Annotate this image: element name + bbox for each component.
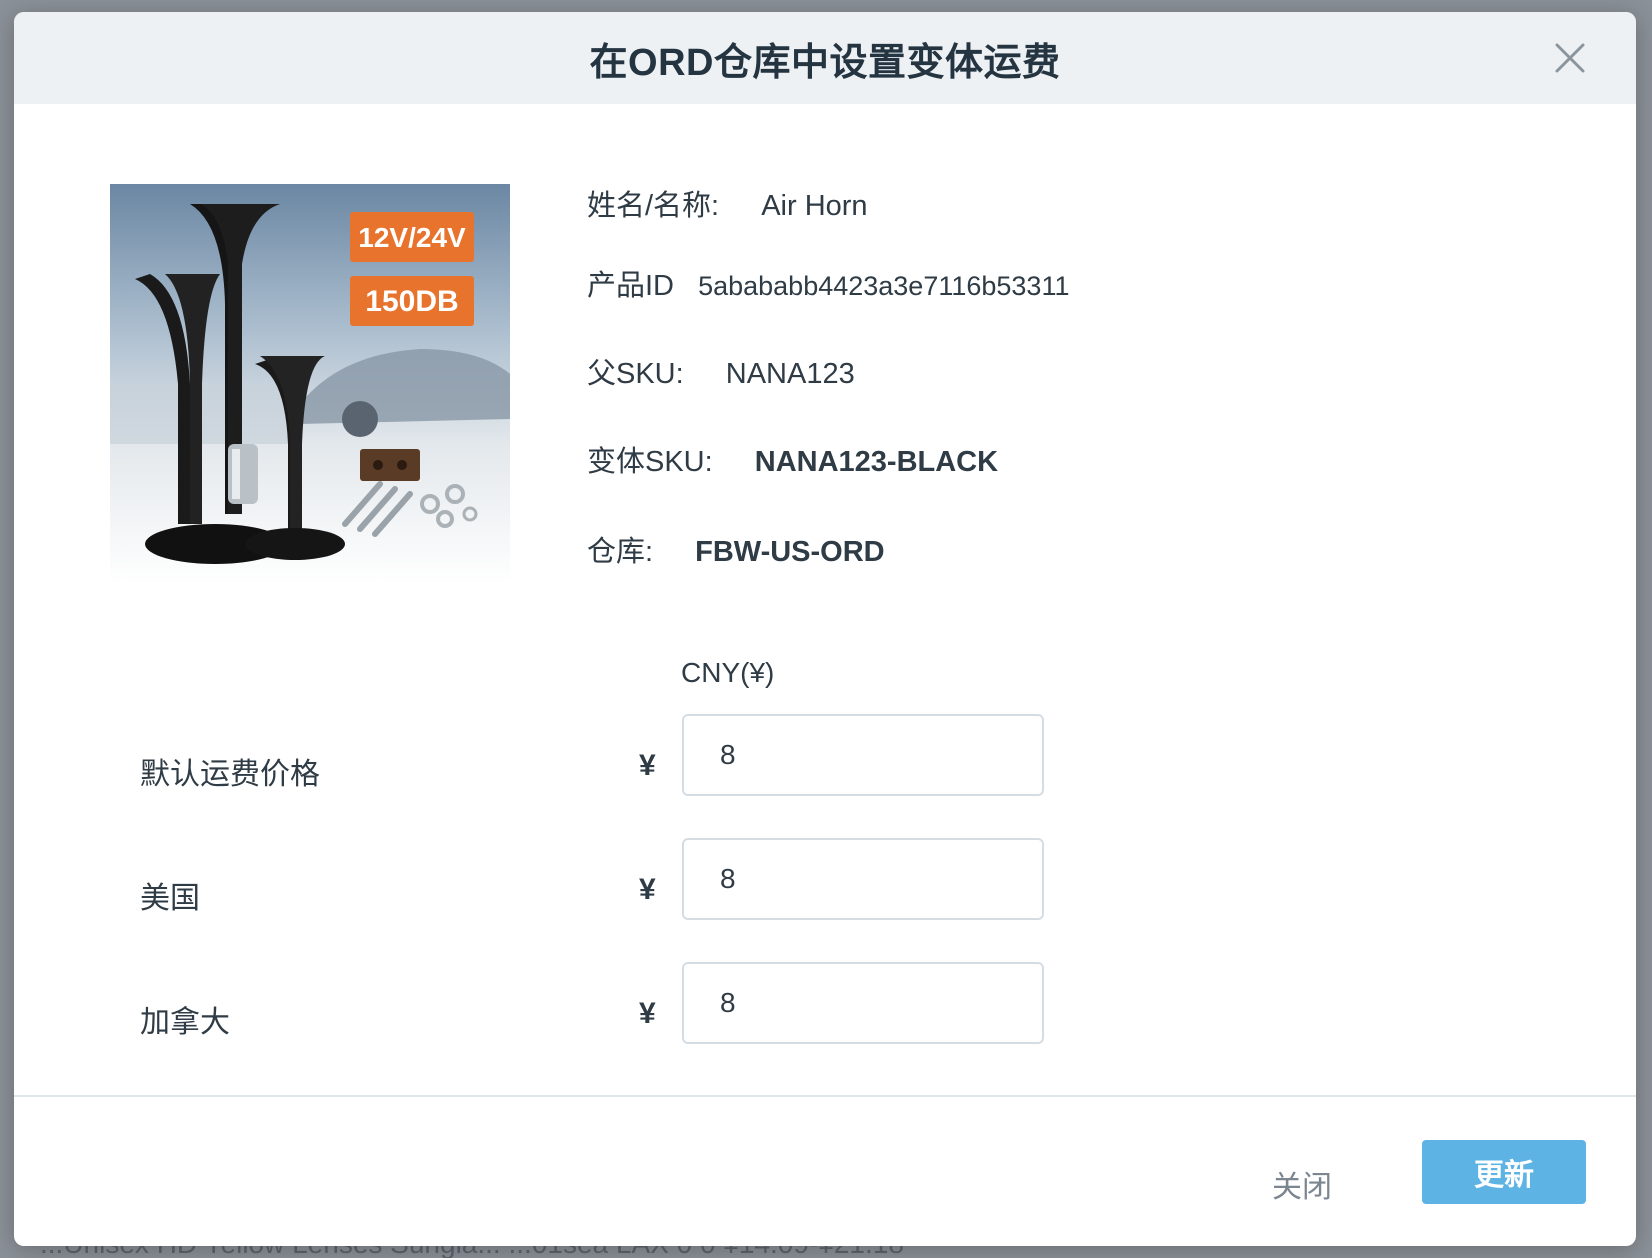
canada-shipping-input[interactable] (682, 962, 1044, 1044)
product-image: 12V/24V 150DB (110, 184, 510, 584)
footer-divider (14, 1095, 1636, 1097)
product-name-row: 姓名/名称: Air Horn (587, 182, 868, 224)
product-id-value: 5abababb4423a3e7116b53311 (698, 271, 1070, 301)
canada-shipping-label: 加拿大 (140, 1006, 230, 1039)
currency-symbol: ¥ (639, 749, 656, 782)
close-icon[interactable] (1552, 40, 1588, 76)
currency-symbol: ¥ (639, 997, 656, 1030)
default-shipping-label: 默认运费价格 (140, 758, 320, 791)
air-horn-illustration: 12V/24V 150DB (110, 204, 510, 564)
product-id-label: 产品ID (587, 270, 675, 302)
us-shipping-input[interactable] (682, 838, 1044, 920)
variant-sku-value: NANA123-BLACK (754, 446, 999, 478)
warehouse-row: 仓库: FBW-US-ORD (587, 528, 885, 570)
warehouse-label: 仓库: (587, 536, 654, 568)
product-name-label: 姓名/名称: (587, 190, 720, 222)
voltage-badge: 12V/24V (358, 222, 466, 253)
currency-header: CNY(¥) (681, 657, 775, 688)
update-button[interactable]: 更新 (1422, 1140, 1586, 1204)
currency-symbol: ¥ (639, 873, 656, 906)
parent-sku-label: 父SKU: (587, 358, 684, 390)
variant-sku-label: 变体SKU: (587, 446, 713, 478)
parent-sku-row: 父SKU: NANA123 (587, 350, 855, 392)
warehouse-value: FBW-US-ORD (695, 536, 885, 568)
parent-sku-value: NANA123 (725, 358, 855, 390)
shipping-price-dialog: 在ORD仓库中设置变体运费 12V/24V 150DB 姓名/名称: Air H… (14, 12, 1636, 1246)
product-name-value: Air Horn (761, 190, 868, 222)
variant-sku-row: 变体SKU: NANA123-BLACK (587, 438, 998, 480)
dialog-header: 在ORD仓库中设置变体运费 (14, 12, 1636, 104)
default-shipping-input[interactable] (682, 714, 1044, 796)
product-id-row: 产品ID 5abababb4423a3e7116b53311 (587, 262, 1069, 304)
dialog-title: 在ORD仓库中设置变体运费 (589, 41, 1061, 84)
close-button[interactable]: 关闭 (1232, 1152, 1372, 1216)
us-shipping-label: 美国 (140, 882, 200, 915)
decibel-badge: 150DB (365, 285, 458, 318)
